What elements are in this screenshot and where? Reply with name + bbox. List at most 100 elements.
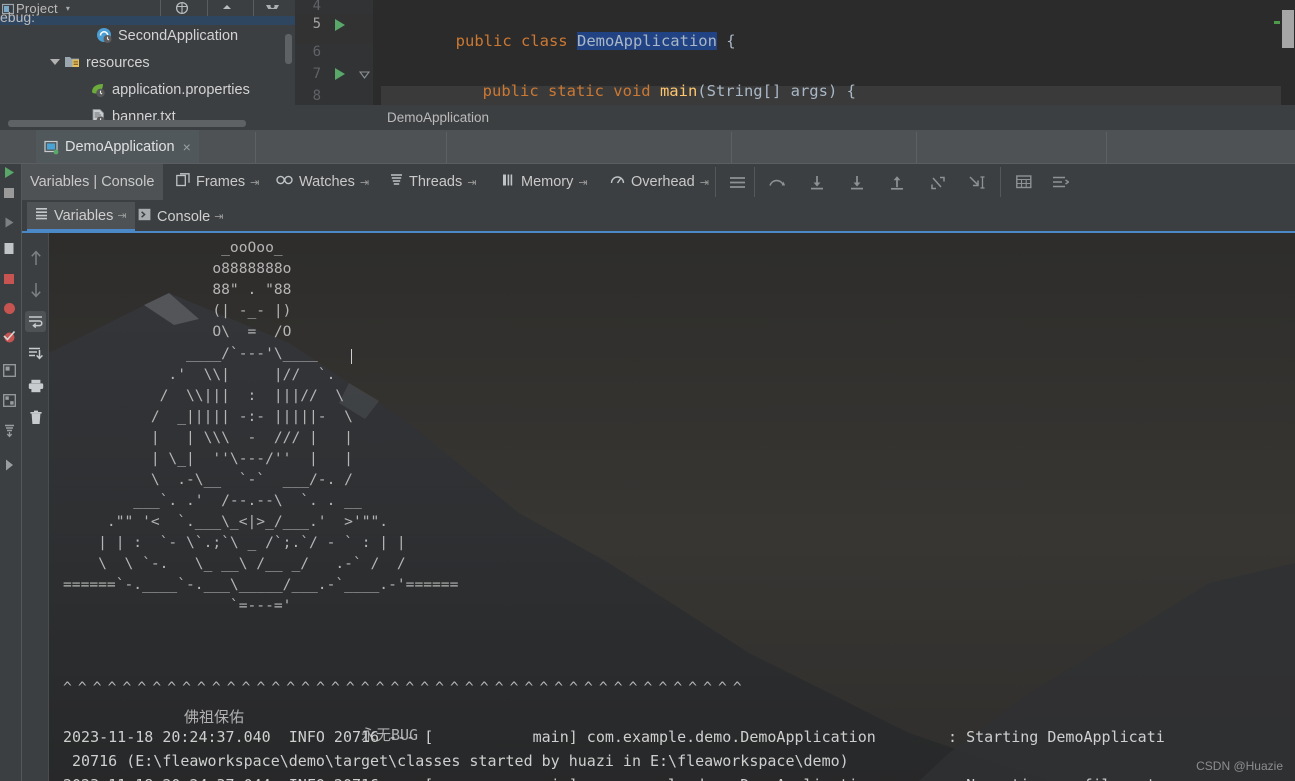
mute-breakpoints-icon[interactable] — [3, 272, 18, 287]
layout-settings-icon[interactable] — [3, 394, 18, 409]
debug-session-tab[interactable]: DemoApplication × — [36, 130, 199, 164]
tab-label: Overhead — [631, 174, 695, 190]
pin-icon[interactable]: ⇥ — [360, 176, 369, 189]
spring-leaf-icon — [90, 81, 107, 98]
run-gutter-icon[interactable] — [335, 68, 345, 80]
pin-icon[interactable]: ⇥ — [700, 176, 709, 189]
tab-label: Threads — [409, 174, 463, 190]
soft-wrap-icon[interactable] — [25, 311, 46, 332]
console-action-rail — [22, 233, 48, 781]
hide-panel-icon[interactable] — [3, 458, 18, 473]
pin-icon[interactable]: ⇥ — [117, 209, 126, 222]
project-tool-window: Project ▾ SecondApplication resources ap… — [0, 0, 295, 130]
chevron-down-icon[interactable]: ▾ — [66, 4, 70, 13]
step-out-icon[interactable] — [886, 164, 908, 200]
clear-all-icon[interactable] — [25, 407, 46, 428]
settings-lines-icon[interactable] — [1049, 164, 1071, 200]
banner-ascii-head: _ooOoo_ o8888888o 88" . "88 (| -_- |) O\… — [212, 239, 292, 340]
tree-item-label: application.properties — [112, 81, 250, 98]
console-output[interactable]: _ooOoo_ o8888888o 88" . "88 (| -_- |) O\… — [49, 233, 1295, 781]
current-line-gutter-highlight — [295, 14, 373, 44]
code-selected-identifier: DemoApplication — [576, 32, 717, 50]
tab-variables-console[interactable]: Variables | Console — [21, 164, 164, 200]
print-icon[interactable] — [25, 375, 46, 396]
tabrow-divider — [1106, 132, 1107, 164]
scroll-up-icon[interactable] — [25, 247, 46, 268]
banner-blessing: 佛祖保佑 永无BUG — [49, 688, 1295, 760]
pin-icon[interactable]: ⇥ — [214, 210, 223, 223]
force-step-into-icon[interactable] — [846, 164, 868, 200]
tab-overhead[interactable]: Overhead ⇥ — [601, 164, 718, 200]
line-number: 5 — [312, 16, 321, 32]
tabrow-divider — [446, 132, 447, 164]
settings-gear-icon[interactable] — [258, 0, 286, 16]
tab-frames[interactable]: Frames ⇥ — [167, 164, 268, 200]
code-punct: { — [716, 32, 736, 50]
tab-label: Memory — [521, 174, 574, 190]
stop-icon[interactable] — [3, 186, 18, 201]
close-icon[interactable]: × — [183, 139, 191, 155]
pin-icon[interactable]: ⇥ — [578, 176, 587, 189]
tree-item-application-properties[interactable]: application.properties — [0, 76, 295, 103]
scroll-down-icon[interactable] — [25, 279, 46, 300]
console-icon — [138, 208, 151, 226]
resume-program-icon[interactable] — [3, 166, 18, 181]
menu-icon[interactable] — [726, 164, 748, 200]
tab-memory[interactable]: Memory ⇥ — [493, 164, 597, 200]
console-log-line: 20716 (E:\fleaworkspace\demo\target\clas… — [63, 752, 849, 770]
tabrow-divider — [255, 132, 256, 164]
evaluate-table-icon[interactable] — [1013, 164, 1035, 200]
breadcrumb[interactable]: DemoApplication — [295, 105, 1295, 130]
breakpoint-icon[interactable] — [3, 302, 18, 317]
step-into-icon[interactable] — [806, 164, 828, 200]
overhead-icon — [610, 173, 625, 192]
code-editor[interactable]: 4 5 6 7 8 public class DemoApplication {… — [295, 0, 1295, 105]
fold-region-icon[interactable] — [358, 69, 371, 80]
view-breakpoints-icon[interactable] — [3, 242, 18, 257]
pin-icon[interactable]: ⇥ — [250, 176, 259, 189]
editor-marker — [1274, 21, 1280, 24]
locate-file-icon[interactable] — [168, 0, 196, 16]
run-to-cursor-icon[interactable] — [966, 164, 988, 200]
code-text[interactable]: public class DemoApplication { public st… — [381, 0, 1295, 105]
restore-layout-icon[interactable] — [3, 364, 18, 379]
debug-window-label: ebug: — [0, 9, 36, 25]
step-over-icon[interactable] — [766, 164, 788, 200]
banner-ascii-body: ____/`---'\____ .' \\| |// `. / \\||| : … — [63, 345, 459, 614]
breadcrumb-item[interactable]: DemoApplication — [387, 110, 489, 125]
header-divider-1 — [160, 0, 161, 16]
pause-program-icon[interactable] — [3, 216, 18, 231]
project-vertical-scrollbar[interactable] — [285, 34, 292, 64]
tree-item-label: SecondApplication — [118, 27, 239, 44]
scroll-to-end-icon[interactable] — [25, 343, 46, 364]
editor-scrollbar-thumb[interactable] — [1282, 10, 1294, 48]
chevron-down-icon[interactable] — [50, 57, 61, 68]
tree-item-second-application[interactable]: SecondApplication — [0, 22, 295, 49]
run-gutter-icon[interactable] — [335, 19, 345, 31]
editor-gutter[interactable]: 4 5 6 7 8 — [295, 0, 373, 105]
tab-watches[interactable]: Watches ⇥ — [267, 164, 378, 200]
collapse-all-icon[interactable] — [213, 0, 241, 16]
tab-label: Watches — [299, 174, 355, 190]
header-divider-2 — [207, 0, 208, 16]
project-horizontal-scrollbar[interactable] — [8, 120, 246, 127]
tree-item-label: resources — [86, 54, 150, 71]
tab-threads[interactable]: Threads ⇥ — [381, 164, 485, 200]
tab-console[interactable]: Console ⇥ — [130, 202, 231, 231]
drop-frame-icon[interactable] — [926, 164, 948, 200]
watches-icon — [276, 173, 293, 191]
header-divider-3 — [253, 0, 254, 16]
thread-dump-icon[interactable] — [3, 424, 18, 439]
project-tool-window-header: Project ▾ — [0, 0, 295, 16]
tab-variables[interactable]: Variables ⇥ — [27, 202, 135, 231]
tab-label: Variables — [54, 207, 114, 224]
tree-item-resources[interactable]: resources — [0, 49, 295, 76]
editor-scrollbar-track[interactable] — [1281, 0, 1295, 105]
line-number: 6 — [312, 44, 321, 60]
breakpoint-check-icon[interactable] — [3, 330, 18, 345]
threads-icon — [390, 173, 403, 192]
memory-icon — [502, 173, 515, 192]
pin-icon[interactable]: ⇥ — [467, 176, 476, 189]
frames-icon — [176, 172, 190, 192]
tabrow-divider — [731, 132, 732, 164]
